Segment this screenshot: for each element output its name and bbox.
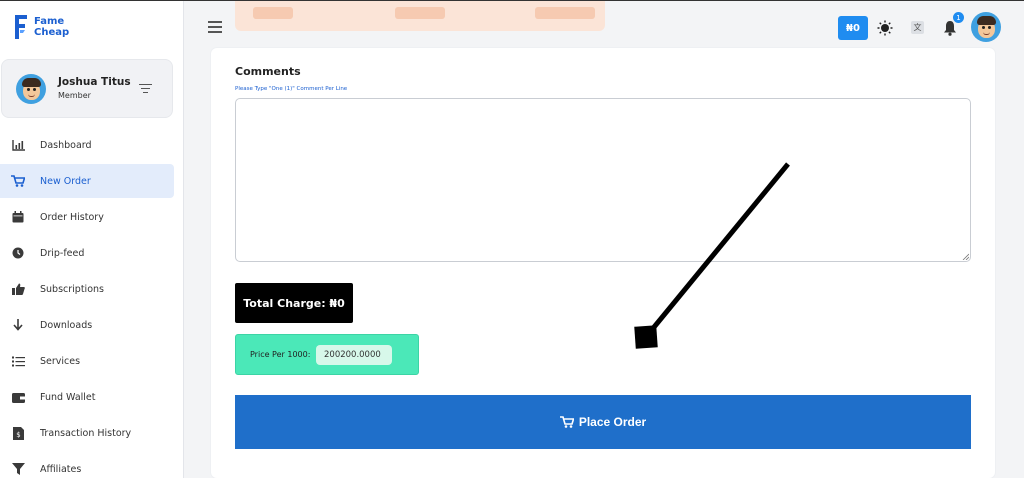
clock-icon: [11, 246, 25, 260]
sidebar-item-order-history[interactable]: Order History: [0, 200, 174, 234]
cart-icon: [11, 174, 25, 188]
bell-icon[interactable]: [943, 20, 957, 36]
receipt-icon: $: [11, 426, 25, 440]
comments-hint: Please Type "One (1)" Comment Per Line: [235, 86, 348, 92]
logo-icon: [15, 15, 27, 39]
price-per-1000-box: Price Per 1000: 200200.0000: [235, 334, 419, 375]
cart-icon: [559, 416, 574, 428]
sidebar-item-new-order[interactable]: New Order: [0, 164, 174, 198]
wallet-icon: [11, 390, 25, 404]
sidebar-item-subscriptions[interactable]: Subscriptions: [0, 272, 174, 306]
list-icon: [11, 354, 25, 368]
arrow-down-icon: [11, 318, 25, 332]
sidebar-item-label: Order History: [40, 211, 104, 223]
sidebar-item-services[interactable]: Services: [0, 344, 174, 378]
svg-text:$: $: [16, 431, 20, 439]
resize-grip-icon[interactable]: [962, 253, 969, 260]
translate-icon[interactable]: 文: [911, 21, 924, 34]
window-top-border: [0, 0, 1024, 1]
sun-icon[interactable]: [877, 20, 893, 36]
sidebar-item-transaction-history[interactable]: $ Transaction History: [0, 416, 174, 450]
avatar: [16, 74, 46, 104]
sidebar-item-label: Services: [40, 355, 81, 367]
filter-icon[interactable]: [139, 84, 152, 94]
menu-toggle-icon[interactable]: [208, 21, 222, 33]
sidebar-item-label: Affiliates: [40, 463, 82, 475]
sidebar-nav: Dashboard New Order Order History Drip-f…: [0, 128, 184, 478]
scrolled-content-fragment: [235, 1, 605, 31]
new-order-form-card: Comments Please Type "One (1)" Comment P…: [211, 48, 995, 478]
sidebar-item-downloads[interactable]: Downloads: [0, 308, 174, 342]
user-role: Member: [58, 91, 91, 100]
sidebar-item-label: Fund Wallet: [40, 391, 96, 403]
sidebar-item-label: Transaction History: [40, 427, 132, 439]
price-per-1000-label: Price Per 1000:: [250, 350, 311, 359]
header-avatar[interactable]: [971, 12, 1001, 42]
price-per-1000-field[interactable]: 200200.0000: [316, 345, 392, 365]
comments-textarea[interactable]: [235, 98, 971, 262]
sidebar-item-label: Subscriptions: [40, 283, 104, 295]
place-order-button[interactable]: Place Order: [235, 395, 971, 449]
logo-text: Fame Cheap: [34, 16, 69, 38]
notification-badge: 1: [953, 12, 964, 23]
sidebar-item-label: Drip-feed: [40, 247, 85, 259]
sidebar-item-label: Downloads: [40, 319, 93, 331]
sidebar-item-label: New Order: [40, 175, 91, 187]
wallet-balance-button[interactable]: ₦0: [838, 16, 868, 40]
funnel-icon: [11, 462, 25, 476]
annotation-arrow: [634, 162, 790, 349]
thumbs-up-icon: [11, 282, 25, 296]
sidebar-item-drip-feed[interactable]: Drip-feed: [0, 236, 174, 270]
total-charge: Total Charge: ₦0: [235, 283, 353, 323]
logo-text-line2: Cheap: [34, 27, 70, 38]
sidebar-item-label: Dashboard: [40, 139, 92, 151]
top-header: ₦0 文 1: [185, 1, 1024, 47]
logo-text-line1: Fame: [34, 16, 65, 27]
calendar-icon: [11, 210, 25, 224]
place-order-label: Place Order: [578, 415, 647, 429]
sidebar: Fame Cheap Joshua Titus Member Dashboard…: [0, 0, 184, 478]
bar-chart-icon: [11, 138, 25, 152]
sidebar-item-fund-wallet[interactable]: Fund Wallet: [0, 380, 174, 414]
user-card[interactable]: Joshua Titus Member: [1, 59, 173, 118]
brand-logo[interactable]: Fame Cheap: [12, 12, 69, 42]
sidebar-item-affiliates[interactable]: Affiliates: [0, 452, 174, 478]
sidebar-item-dashboard[interactable]: Dashboard: [0, 128, 174, 162]
user-name: Joshua Titus: [58, 76, 131, 88]
comments-label: Comments: [235, 65, 301, 78]
